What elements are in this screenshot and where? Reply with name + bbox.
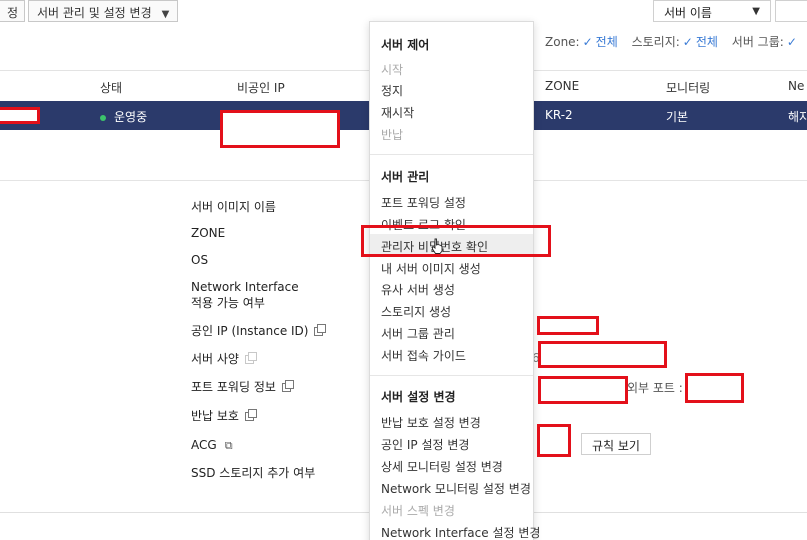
server-manage-dropdown-button[interactable]: 서버 관리 및 설정 변경 ▼	[28, 0, 179, 22]
toolbar-partial-button[interactable]: 정	[0, 0, 25, 22]
menu-item-network-interface-change[interactable]: Network Interface 설정 변경	[381, 524, 540, 540]
external-port-label: 외부 포트 :	[627, 381, 683, 395]
detail-ssd-storage: SSD 스토리지 추가 여부	[191, 466, 316, 480]
menu-item-port-forwarding-setting[interactable]: 포트 포워딩 설정	[381, 194, 466, 211]
redaction-box	[537, 424, 571, 457]
redaction-box	[538, 341, 667, 368]
menu-separator	[370, 375, 533, 376]
menu-item-spec-change[interactable]: 서버 스펙 변경	[381, 502, 455, 519]
detail-network-interface-2: 적용 가능 여부	[191, 296, 265, 310]
monitoring-cell: 기본	[666, 110, 689, 124]
menu-section-server-settings: 서버 설정 변경	[381, 390, 456, 404]
redaction-box	[538, 376, 628, 404]
menu-item-return-protect-change[interactable]: 반납 보호 설정 변경	[381, 414, 481, 431]
redaction-box	[0, 107, 40, 124]
storage-filter-label: 스토리지:	[631, 35, 680, 49]
menu-item-restart[interactable]: 재시작	[381, 104, 414, 121]
menu-section-server-manage: 서버 관리	[381, 170, 430, 184]
toolbar-partial-label: 정	[6, 6, 18, 20]
check-icon: ✓	[682, 35, 693, 49]
detail-zone: ZONE	[191, 226, 226, 240]
detail-public-ip-label: 공인 IP (Instance ID)	[191, 324, 309, 338]
copy-icon[interactable]	[314, 324, 327, 336]
menu-item-create-image[interactable]: 내 서버 이미지 생성	[381, 260, 481, 277]
column-zone[interactable]: ZONE	[545, 79, 579, 93]
search-field-select-value: 서버 이름	[664, 6, 712, 20]
caret-down-icon: ▼	[752, 6, 760, 17]
redaction-box	[220, 110, 340, 148]
menu-section-server-control: 서버 제어	[381, 38, 430, 52]
detail-port-forwarding: 포트 포워딩 정보	[191, 379, 294, 395]
menu-item-network-monitoring-change[interactable]: Network 모니터링 설정 변경	[381, 480, 531, 497]
caret-down-icon: ▼	[161, 9, 170, 20]
menu-item-detail-monitoring-change[interactable]: 상세 모니터링 설정 변경	[381, 458, 503, 475]
check-icon: ✓	[582, 35, 593, 49]
external-link-icon[interactable]: ⧉	[225, 438, 233, 454]
group-filter-label: 서버 그룹:	[731, 35, 784, 49]
status-cell: 운영중	[100, 108, 147, 125]
menu-item-public-ip-change[interactable]: 공인 IP 설정 변경	[381, 436, 469, 453]
copy-icon[interactable]	[281, 380, 294, 392]
detail-return-protect-label: 반납 보호	[191, 409, 239, 423]
column-status[interactable]: 상태	[100, 79, 122, 96]
redaction-box	[685, 373, 744, 403]
copy-icon[interactable]	[244, 409, 257, 421]
zone-cell: KR-2	[545, 108, 573, 122]
detail-server-spec-label: 서버 사양	[191, 352, 239, 366]
detail-os: OS	[191, 253, 209, 267]
detail-port-forwarding-label: 포트 포워딩 정보	[191, 380, 276, 394]
server-manage-button-label: 서버 관리 및 설정 변경	[37, 6, 152, 20]
highlight-box	[361, 225, 551, 257]
search-field-select[interactable]: 서버 이름 ▼	[653, 0, 771, 22]
menu-separator	[370, 154, 533, 155]
search-input[interactable]	[775, 0, 807, 22]
menu-item-group-manage[interactable]: 서버 그룹 관리	[381, 325, 455, 342]
zone-filter-value[interactable]: 전체	[596, 35, 618, 49]
detail-public-ip: 공인 IP (Instance ID)	[191, 323, 327, 339]
zone-filter-label: Zone:	[545, 35, 580, 49]
active-filters: Zone: ✓ 전체 스토리지: ✓ 전체 서버 그룹: ✓	[545, 33, 800, 50]
detail-network-interface-1: Network Interface	[191, 280, 299, 294]
menu-item-return[interactable]: 반납	[381, 126, 403, 143]
detail-return-protect: 반납 보호	[191, 408, 257, 424]
column-monitoring[interactable]: 모니터링	[666, 79, 710, 96]
menu-item-connect-guide[interactable]: 서버 접속 가이드	[381, 347, 466, 364]
detail-server-spec: 서버 사양	[191, 351, 257, 367]
detail-image-name: 서버 이미지 이름	[191, 200, 276, 214]
copy-icon[interactable]	[244, 352, 257, 364]
column-ne-partial[interactable]: Ne	[788, 79, 804, 93]
status-dot-icon	[100, 114, 106, 121]
cut-partial-cell: 해지	[788, 110, 807, 124]
menu-item-stop[interactable]: 정지	[381, 82, 403, 99]
redaction-box	[537, 316, 599, 335]
column-private-ip[interactable]: 비공인 IP	[237, 79, 285, 96]
menu-item-create-storage[interactable]: 스토리지 생성	[381, 303, 451, 320]
detail-acg: ACG ⧉	[191, 437, 233, 454]
menu-item-start[interactable]: 시작	[381, 61, 403, 78]
detail-acg-label: ACG	[191, 438, 217, 452]
check-icon: ✓	[786, 35, 797, 49]
storage-filter-value[interactable]: 전체	[696, 35, 718, 49]
menu-item-create-similar[interactable]: 유사 서버 생성	[381, 281, 455, 298]
rule-view-button[interactable]: 규칙 보기	[581, 433, 651, 455]
server-manage-menu: 서버 제어 시작 정지 재시작 반납 서버 관리 포트 포워딩 설정 이벤트 로…	[369, 21, 540, 540]
status-text: 운영중	[114, 110, 148, 124]
